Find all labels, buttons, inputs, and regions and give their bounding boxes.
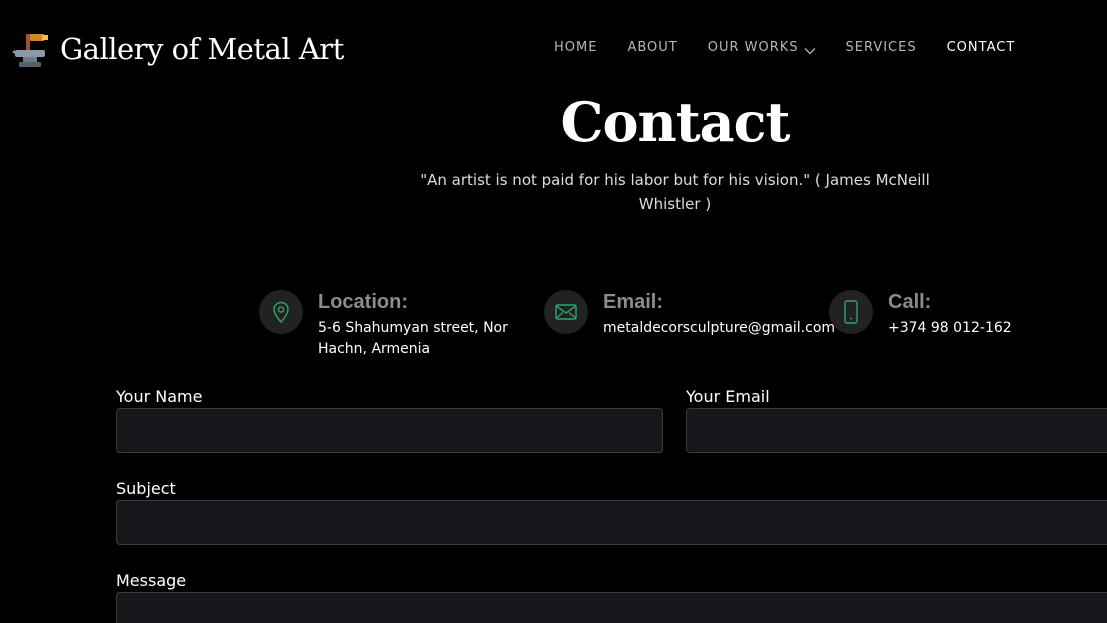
subject-field[interactable] — [116, 500, 1107, 545]
email-label: Your Email — [686, 387, 770, 406]
nav-home[interactable]: HOME — [554, 40, 597, 55]
name-label: Your Name — [116, 387, 203, 406]
call-text[interactable]: +374 98 012-162 — [888, 318, 1012, 339]
location-text: 5-6 Shahumyan street, Nor Hachn, Armenia — [318, 320, 508, 357]
nav-services[interactable]: SERVICES — [846, 40, 917, 55]
map-pin-icon — [259, 290, 303, 334]
nav-our-works[interactable]: OUR WORKS — [708, 40, 816, 55]
chevron-down-icon — [804, 44, 816, 54]
nav-about[interactable]: ABOUT — [627, 40, 677, 55]
message-label: Message — [116, 571, 187, 590]
anvil-hammer-icon — [12, 28, 54, 70]
message-field[interactable] — [116, 592, 1107, 623]
nav-contact[interactable]: CONTACT — [947, 40, 1016, 55]
email-info: Email: metaldecorsculpture@gmail.com — [544, 290, 835, 339]
location-title: Location: — [318, 291, 408, 313]
name-field[interactable] — [116, 408, 663, 453]
call-title: Call: — [888, 291, 932, 313]
site-logo[interactable]: Gallery of Metal Art — [12, 28, 344, 70]
email-field[interactable] — [686, 408, 1107, 453]
nav-our-works-label: OUR WORKS — [707, 40, 799, 55]
page-quote: "An artist is not paid for his labor but… — [420, 171, 930, 213]
phone-icon — [829, 290, 873, 334]
site-title: Gallery of Metal Art — [60, 32, 344, 66]
site-header: Gallery of Metal Art HOME ABOUT OUR WORK… — [0, 0, 1107, 96]
call-info: Call: +374 98 012-162 — [829, 290, 1012, 339]
envelope-icon — [544, 290, 588, 334]
main-nav: HOME ABOUT OUR WORKS SERVICES CONTACT — [554, 40, 1015, 55]
subject-label: Subject — [116, 479, 176, 498]
location-info: Location: 5-6 Shahumyan street, Nor Hach… — [259, 290, 518, 360]
email-title: Email: — [603, 291, 664, 313]
page-title: Contact — [560, 90, 790, 154]
email-text[interactable]: metaldecorsculpture@gmail.com — [603, 318, 835, 339]
